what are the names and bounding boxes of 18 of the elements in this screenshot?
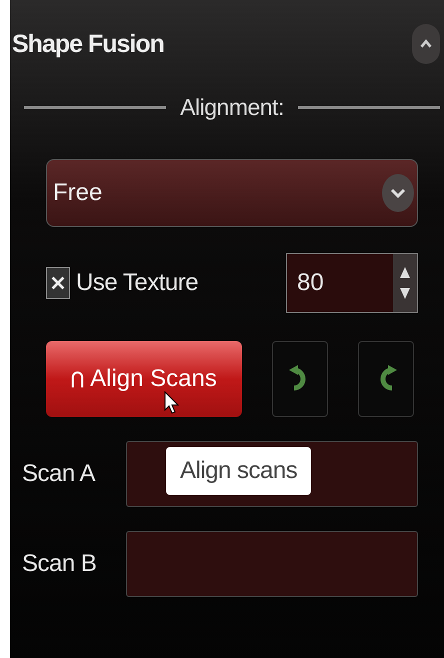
scan-field[interactable] xyxy=(126,531,418,597)
scan-label: Scan B xyxy=(22,550,98,578)
magnet-icon xyxy=(71,369,84,389)
tooltip: Align scans xyxy=(166,447,312,495)
rotate-right-button[interactable] xyxy=(358,341,414,417)
collapse-button[interactable] xyxy=(412,24,440,64)
scan-label: Scan A xyxy=(22,460,96,488)
cross-icon xyxy=(49,274,67,292)
section-heading: Alignment: xyxy=(180,94,284,121)
texture-spinner[interactable]: 80 xyxy=(286,253,418,313)
align-scans-button[interactable]: Align Scans xyxy=(46,341,242,417)
alignment-dropdown[interactable]: Free xyxy=(46,159,418,227)
rotate-left-button[interactable] xyxy=(272,341,328,417)
chevron-down-icon xyxy=(381,173,415,213)
use-texture-checkbox[interactable] xyxy=(46,267,70,299)
use-texture-label: Use Texture xyxy=(76,269,198,297)
mouse-cursor-icon xyxy=(164,391,180,415)
panel-title: Shape Fusion xyxy=(12,30,164,58)
